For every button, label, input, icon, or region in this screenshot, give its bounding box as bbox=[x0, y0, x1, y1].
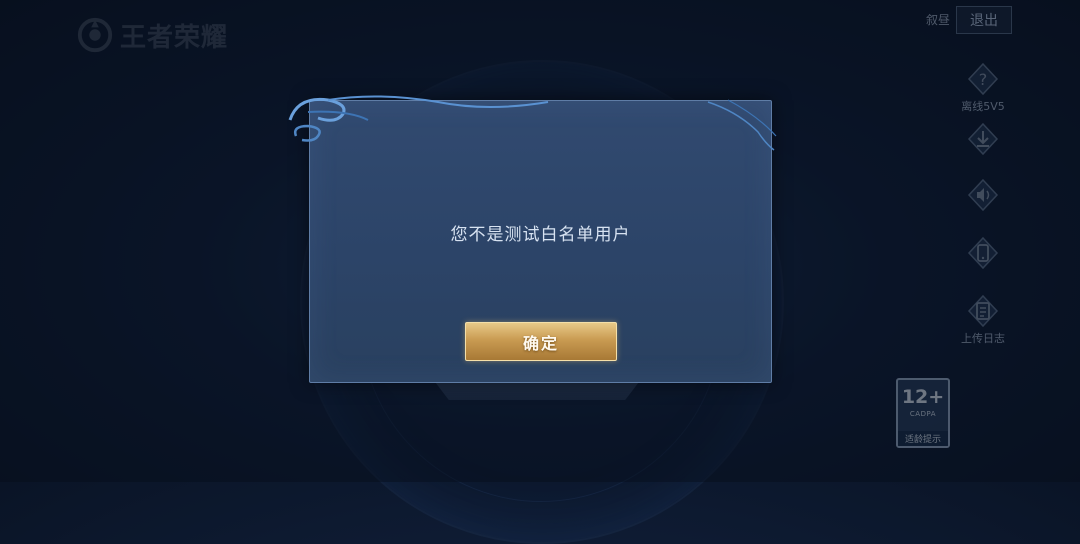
dialog-message: 您不是测试白名单用户 bbox=[450, 225, 631, 245]
confirm-button[interactable]: 确定 bbox=[465, 322, 617, 361]
alert-dialog: 您不是测试白名单用户 确定 bbox=[309, 100, 772, 383]
